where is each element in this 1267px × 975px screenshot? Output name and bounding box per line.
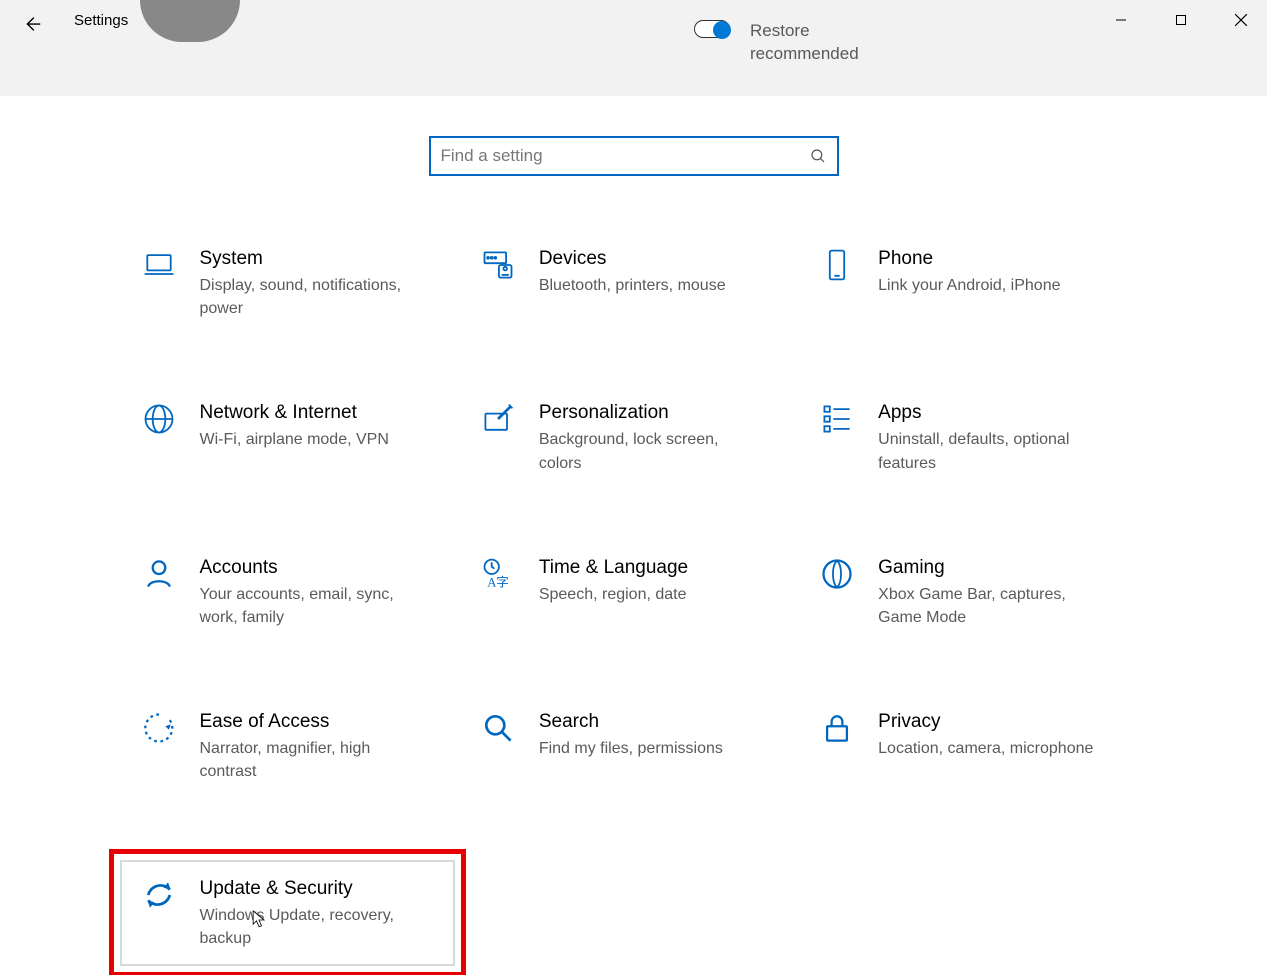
tile-update-security[interactable]: Update & Security Windows Update, recove… xyxy=(120,860,455,966)
tile-desc: Bluetooth, printers, mouse xyxy=(539,274,726,297)
toggle-knob xyxy=(713,21,731,39)
svg-text:A字: A字 xyxy=(487,575,509,589)
tile-desc: Wi-Fi, airplane mode, VPN xyxy=(200,428,389,451)
tile-title: Gaming xyxy=(878,557,1098,579)
tile-desc: Link your Android, iPhone xyxy=(878,274,1060,297)
tile-title: Time & Language xyxy=(539,557,688,579)
tile-apps[interactable]: Apps Uninstall, defaults, optional featu… xyxy=(812,396,1133,478)
gaming-icon xyxy=(818,555,856,593)
tile-title: Search xyxy=(539,711,723,733)
lock-icon xyxy=(818,709,856,747)
search-row xyxy=(0,136,1267,176)
back-button[interactable] xyxy=(20,12,44,36)
time-language-icon: A字 xyxy=(479,555,517,593)
tile-phone[interactable]: Phone Link your Android, iPhone xyxy=(812,242,1133,324)
tile-desc: Display, sound, notifications, power xyxy=(200,274,420,320)
tile-network[interactable]: Network & Internet Wi-Fi, airplane mode,… xyxy=(134,396,455,478)
tile-title: Apps xyxy=(878,402,1098,424)
restore-status: Restore recommended xyxy=(694,20,859,66)
tile-title: Network & Internet xyxy=(200,402,389,424)
tile-title: Privacy xyxy=(878,711,1093,733)
magnifier-icon xyxy=(479,709,517,747)
devices-icon xyxy=(479,246,517,284)
tile-title: Phone xyxy=(878,248,1060,270)
tile-desc: Windows Update, recovery, backup xyxy=(200,904,420,950)
search-input[interactable] xyxy=(441,146,809,166)
tile-personalization[interactable]: Personalization Background, lock screen,… xyxy=(473,396,794,478)
tile-desc: Uninstall, defaults, optional features xyxy=(878,428,1098,474)
close-button[interactable] xyxy=(1231,10,1251,30)
search-icon xyxy=(809,147,827,165)
tile-title: Devices xyxy=(539,248,726,270)
tile-desc: Narrator, magnifier, high contrast xyxy=(200,737,420,783)
tile-desc: Speech, region, date xyxy=(539,583,688,606)
apps-icon xyxy=(818,400,856,438)
status-line2: recommended xyxy=(750,43,859,66)
tile-privacy[interactable]: Privacy Location, camera, microphone xyxy=(812,705,1133,787)
tile-title: Accounts xyxy=(200,557,420,579)
user-avatar[interactable] xyxy=(140,0,240,42)
tile-title: Update & Security xyxy=(200,878,420,900)
sync-icon xyxy=(140,876,178,914)
tile-title: Ease of Access xyxy=(200,711,420,733)
settings-grid: System Display, sound, notifications, po… xyxy=(134,242,1134,966)
paint-icon xyxy=(479,400,517,438)
ease-of-access-icon xyxy=(140,709,178,747)
tile-devices[interactable]: Devices Bluetooth, printers, mouse xyxy=(473,242,794,324)
tile-title: Personalization xyxy=(539,402,759,424)
tile-title: System xyxy=(200,248,420,270)
toggle-icon xyxy=(694,20,730,38)
search-box[interactable] xyxy=(429,136,839,176)
minimize-icon xyxy=(1115,14,1127,26)
globe-icon xyxy=(140,400,178,438)
maximize-icon xyxy=(1175,14,1187,26)
tile-desc: Location, camera, microphone xyxy=(878,737,1093,760)
arrow-left-icon xyxy=(21,13,43,35)
tile-desc: Your accounts, email, sync, work, family xyxy=(200,583,420,629)
phone-icon xyxy=(818,246,856,284)
window-title: Settings xyxy=(74,12,128,29)
tile-accounts[interactable]: Accounts Your accounts, email, sync, wor… xyxy=(134,551,455,633)
tile-desc: Background, lock screen, colors xyxy=(539,428,759,474)
maximize-button[interactable] xyxy=(1171,10,1191,30)
laptop-icon xyxy=(140,246,178,284)
window-controls xyxy=(1111,10,1251,30)
tile-system[interactable]: System Display, sound, notifications, po… xyxy=(134,242,455,324)
person-icon xyxy=(140,555,178,593)
tile-search[interactable]: Search Find my files, permissions xyxy=(473,705,794,787)
tile-gaming[interactable]: Gaming Xbox Game Bar, captures, Game Mod… xyxy=(812,551,1133,633)
close-icon xyxy=(1234,13,1248,27)
titlebar: Settings Restore recommended xyxy=(0,0,1267,96)
tile-desc: Xbox Game Bar, captures, Game Mode xyxy=(878,583,1098,629)
minimize-button[interactable] xyxy=(1111,10,1131,30)
tile-time-language[interactable]: A字 Time & Language Speech, region, date xyxy=(473,551,794,633)
tile-ease-of-access[interactable]: Ease of Access Narrator, magnifier, high… xyxy=(134,705,455,787)
status-line1: Restore xyxy=(750,20,859,43)
tile-desc: Find my files, permissions xyxy=(539,737,723,760)
